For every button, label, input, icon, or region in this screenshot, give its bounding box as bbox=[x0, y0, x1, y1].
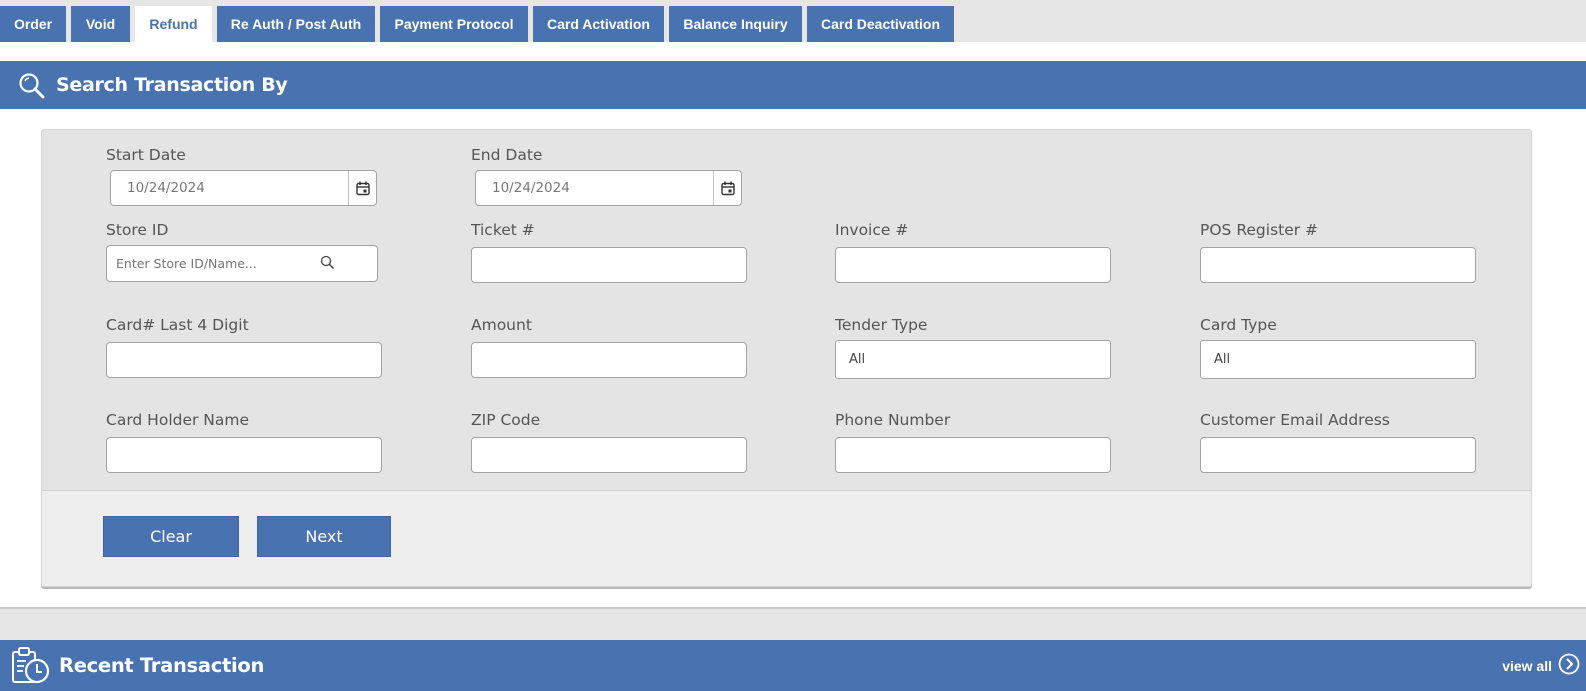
card-last4-field[interactable] bbox=[106, 342, 382, 378]
section-divider bbox=[0, 607, 1586, 640]
card-last4-label: Card# Last 4 Digit bbox=[106, 316, 249, 334]
tab-bar: Order Void Refund Re Auth / Post Auth Pa… bbox=[0, 0, 1586, 42]
invoice-field[interactable] bbox=[835, 247, 1111, 283]
start-date-field[interactable] bbox=[110, 170, 377, 206]
pos-register-label: POS Register # bbox=[1200, 221, 1319, 239]
search-section-header: Search Transaction By bbox=[0, 61, 1586, 109]
view-all-label: view all bbox=[1502, 657, 1552, 674]
tab-card-activation[interactable]: Card Activation bbox=[533, 6, 664, 42]
zip-field[interactable] bbox=[471, 437, 747, 473]
phone-label: Phone Number bbox=[835, 411, 951, 429]
recent-section-header: Recent Transaction view all bbox=[0, 640, 1586, 691]
ticket-input[interactable] bbox=[472, 248, 746, 282]
magnifier-icon bbox=[18, 72, 46, 100]
tab-order[interactable]: Order bbox=[0, 6, 66, 42]
email-label: Customer Email Address bbox=[1200, 411, 1390, 429]
phone-input[interactable] bbox=[836, 438, 1110, 472]
invoice-input[interactable] bbox=[836, 248, 1110, 282]
start-date-input[interactable] bbox=[111, 171, 376, 205]
tender-type-value: All bbox=[849, 352, 866, 367]
zip-label: ZIP Code bbox=[471, 411, 541, 429]
pos-register-input[interactable] bbox=[1201, 248, 1475, 282]
next-button[interactable]: Next bbox=[257, 516, 391, 557]
panel-footer: Clear Next bbox=[42, 490, 1531, 586]
arrow-right-circle-icon[interactable] bbox=[1558, 653, 1580, 678]
pos-register-field[interactable] bbox=[1200, 247, 1476, 283]
zip-input[interactable] bbox=[472, 438, 746, 472]
tab-void[interactable]: Void bbox=[71, 6, 130, 42]
card-holder-label: Card Holder Name bbox=[106, 411, 250, 429]
clipboard-clock-icon bbox=[10, 646, 52, 686]
search-section-title: Search Transaction By bbox=[56, 74, 288, 96]
ticket-label: Ticket # bbox=[471, 221, 535, 239]
tender-type-select[interactable]: All bbox=[835, 340, 1111, 379]
store-id-label: Store ID bbox=[106, 221, 169, 239]
amount-field[interactable] bbox=[471, 342, 747, 378]
email-input[interactable] bbox=[1201, 438, 1475, 472]
phone-field[interactable] bbox=[835, 437, 1111, 473]
calendar-icon[interactable] bbox=[348, 171, 376, 205]
tab-balance-inquiry[interactable]: Balance Inquiry bbox=[669, 6, 802, 42]
card-type-value: All bbox=[1214, 352, 1231, 367]
ticket-field[interactable] bbox=[471, 247, 747, 283]
search-panel: Start Date End Date Store ID bbox=[41, 129, 1532, 587]
invoice-label: Invoice # bbox=[835, 221, 909, 239]
end-date-label: End Date bbox=[471, 146, 543, 164]
amount-input[interactable] bbox=[472, 343, 746, 377]
end-date-field[interactable] bbox=[475, 170, 742, 206]
card-holder-field[interactable] bbox=[106, 437, 382, 473]
amount-label: Amount bbox=[471, 316, 532, 334]
card-last4-input[interactable] bbox=[107, 343, 381, 377]
end-date-input[interactable] bbox=[476, 171, 741, 205]
calendar-icon[interactable] bbox=[713, 171, 741, 205]
email-field[interactable] bbox=[1200, 437, 1476, 473]
recent-section-title: Recent Transaction bbox=[59, 654, 265, 677]
tab-card-deactivation[interactable]: Card Deactivation bbox=[807, 6, 954, 42]
tab-refund[interactable]: Refund bbox=[135, 6, 212, 42]
view-all-link[interactable]: view all bbox=[1502, 640, 1580, 691]
card-type-select[interactable]: All bbox=[1200, 340, 1476, 379]
clear-button[interactable]: Clear bbox=[103, 516, 239, 557]
card-holder-input[interactable] bbox=[107, 438, 381, 472]
store-id-input[interactable] bbox=[107, 246, 377, 281]
search-icon[interactable] bbox=[320, 255, 335, 275]
tender-type-label: Tender Type bbox=[835, 316, 928, 334]
card-type-label: Card Type bbox=[1200, 316, 1277, 334]
tab-re-auth-post-auth[interactable]: Re Auth / Post Auth bbox=[217, 6, 375, 42]
start-date-label: Start Date bbox=[106, 146, 186, 164]
store-id-field[interactable] bbox=[106, 245, 378, 282]
tab-payment-protocol[interactable]: Payment Protocol bbox=[380, 6, 528, 42]
